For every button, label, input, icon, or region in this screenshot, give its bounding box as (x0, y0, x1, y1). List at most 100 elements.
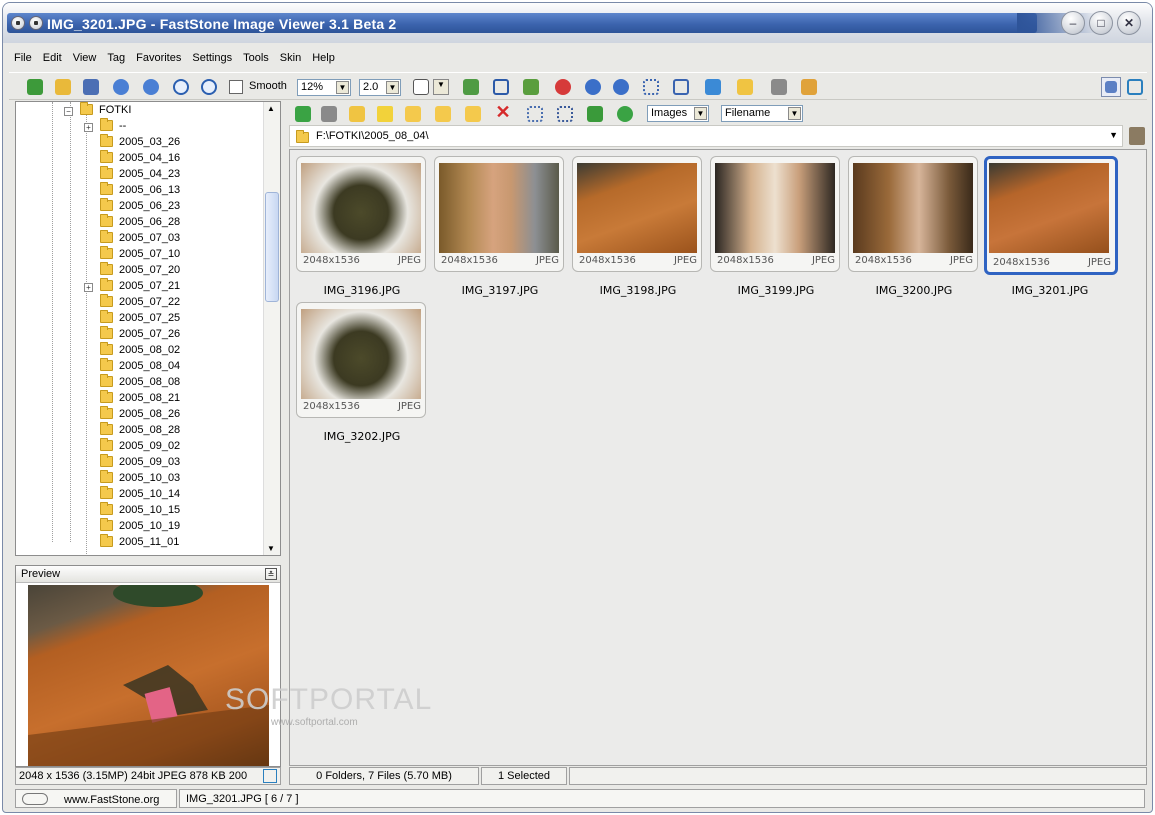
sort-combo[interactable]: Filename ▼ (721, 105, 803, 122)
thumbnail-filename[interactable]: IMG_3197.JPG (425, 284, 575, 297)
delete-icon[interactable]: ✕ (493, 102, 513, 122)
expand-icon[interactable]: + (84, 283, 93, 292)
thumbnail-selected[interactable]: 2048x1536 JPEG (984, 156, 1118, 275)
tree-item[interactable]: 2005_08_26 (100, 406, 180, 424)
zoom-out-icon[interactable] (199, 77, 219, 97)
hand-tool-icon[interactable] (411, 77, 431, 97)
slideshow-icon[interactable] (703, 77, 723, 97)
smooth-checkbox[interactable] (229, 80, 243, 94)
thumbnail-grid[interactable]: 2048x1536 JPEG IMG_3196.JPG 2048x1536 JPEG IM… (289, 149, 1147, 766)
factor-combo[interactable]: 2.0 ▼ (359, 79, 401, 96)
tree-item[interactable]: 2005_08_28 (100, 422, 180, 440)
tree-item[interactable]: 2005_07_26 (100, 326, 180, 344)
scroll-thumb[interactable] (265, 192, 279, 302)
thumbnail[interactable]: 2048x1536 JPEG (296, 156, 426, 272)
filter-combo[interactable]: Images ▼ (647, 105, 709, 122)
thumbnail[interactable]: 2048x1536 JPEG (296, 302, 426, 418)
back-icon[interactable] (293, 104, 313, 124)
menu-edit[interactable]: Edit (38, 48, 67, 68)
crop-icon[interactable] (491, 77, 511, 97)
tree-item[interactable]: 2005_06_23 (100, 198, 180, 216)
rotate-right-icon[interactable] (611, 77, 631, 97)
zoom-in-icon[interactable] (171, 77, 191, 97)
title-bar[interactable]: IMG_3201.JPG - FastStone Image Viewer 3.… (3, 3, 1152, 43)
menu-tag[interactable]: Tag (102, 48, 130, 68)
next-image-icon[interactable] (141, 77, 161, 97)
thumbnail-filename[interactable]: IMG_3202.JPG (287, 430, 437, 443)
refresh-icon[interactable] (615, 104, 635, 124)
thumbnail-filename[interactable]: IMG_3199.JPG (701, 284, 851, 297)
previous-image-icon[interactable] (111, 77, 131, 97)
minimize-button[interactable]: – (1061, 11, 1085, 35)
collapse-icon[interactable]: − (64, 107, 73, 116)
chevron-down-icon[interactable]: ▼ (1109, 130, 1118, 140)
menu-favorites[interactable]: Favorites (131, 48, 186, 68)
tree-item[interactable]: 2005_10_19 (100, 518, 180, 536)
tree-item[interactable]: 2005_04_16 (100, 150, 180, 168)
thumbnail[interactable]: 2048x1536 JPEG (848, 156, 978, 272)
wallpaper-icon[interactable] (799, 77, 819, 97)
tree-item[interactable]: 2005_10_15 (100, 502, 180, 520)
print-icon[interactable] (769, 77, 789, 97)
tree-item[interactable]: 2005_09_03 (100, 454, 180, 472)
list-view-icon[interactable] (555, 104, 575, 124)
tool-dropdown-icon[interactable]: ▼ (433, 79, 449, 95)
thumbnail-filename[interactable]: IMG_3196.JPG (287, 284, 437, 297)
up-folder-icon[interactable] (347, 104, 367, 124)
menu-help[interactable]: Help (307, 48, 340, 68)
open-image-icon[interactable] (25, 77, 45, 97)
red-eye-icon[interactable] (553, 77, 573, 97)
rotate-left-icon[interactable] (583, 77, 603, 97)
menu-skin[interactable]: Skin (275, 48, 306, 68)
tree-item[interactable]: 2005_11_01 (100, 534, 179, 552)
fullscreen-icon[interactable] (1125, 77, 1145, 97)
maximize-button[interactable]: □ (1089, 11, 1113, 35)
menu-file[interactable]: File (9, 48, 37, 68)
recycle-bin-icon[interactable] (1129, 127, 1145, 145)
move-to-icon[interactable] (463, 104, 483, 124)
thumbnail[interactable]: 2048x1536 JPEG (710, 156, 840, 272)
layout-icon[interactable] (1101, 77, 1121, 97)
tree-item[interactable]: 2005_08_08 (100, 374, 180, 392)
tree-item[interactable]: 2005_07_03 (100, 230, 180, 248)
thumbnail-filename[interactable]: IMG_3201.JPG (975, 284, 1125, 297)
window-menu-icon[interactable] (29, 16, 43, 30)
tree-item[interactable]: 2005_03_26 (100, 134, 180, 152)
tree-item[interactable]: 2005_04_23 (100, 166, 180, 184)
resize-icon[interactable] (461, 77, 481, 97)
tree-scrollbar[interactable]: ▲ ▼ (263, 102, 280, 555)
path-bar[interactable]: F:\FOTKI\2005_08_04\ ▼ (289, 125, 1123, 147)
filmstrip-icon[interactable] (671, 77, 691, 97)
tree-item[interactable]: +2005_07_21 (84, 278, 180, 296)
email-icon[interactable] (735, 77, 755, 97)
open-folder-icon[interactable] (53, 77, 73, 97)
website-link[interactable]: www.FastStone.org (15, 789, 177, 808)
tree-item[interactable]: 2005_08_04 (100, 358, 180, 376)
expand-icon[interactable]: + (84, 123, 93, 132)
tree-item[interactable]: 2005_10_03 (100, 470, 180, 488)
tree-item[interactable]: 2005_07_20 (100, 262, 180, 280)
draw-icon[interactable] (521, 77, 541, 97)
menu-view[interactable]: View (68, 48, 102, 68)
thumbnails-icon[interactable] (641, 77, 661, 97)
thumbnail-size-icon[interactable] (585, 104, 605, 124)
menu-tools[interactable]: Tools (238, 48, 274, 68)
tree-item[interactable]: 2005_08_02 (100, 342, 180, 360)
tree-item[interactable]: 2005_06_13 (100, 182, 180, 200)
tree-item[interactable]: 2005_07_10 (100, 246, 180, 264)
favorites-icon[interactable] (375, 104, 395, 124)
save-icon[interactable] (81, 77, 101, 97)
menu-settings[interactable]: Settings (187, 48, 237, 68)
copy-to-icon[interactable] (433, 104, 453, 124)
scroll-up-icon[interactable]: ▲ (267, 104, 275, 113)
tree-item[interactable]: 2005_06_28 (100, 214, 180, 232)
system-menu-icon[interactable] (11, 16, 25, 30)
tree-item[interactable]: 2005_09_02 (100, 438, 180, 456)
thumbnail[interactable]: 2048x1536 JPEG (572, 156, 702, 272)
details-view-icon[interactable] (525, 104, 545, 124)
fit-icon[interactable] (263, 769, 277, 783)
tree-item[interactable]: 2005_08_21 (100, 390, 180, 408)
scroll-down-icon[interactable]: ▼ (267, 544, 275, 553)
tree-item[interactable]: 2005_07_22 (100, 294, 180, 312)
new-folder-icon[interactable] (403, 104, 423, 124)
